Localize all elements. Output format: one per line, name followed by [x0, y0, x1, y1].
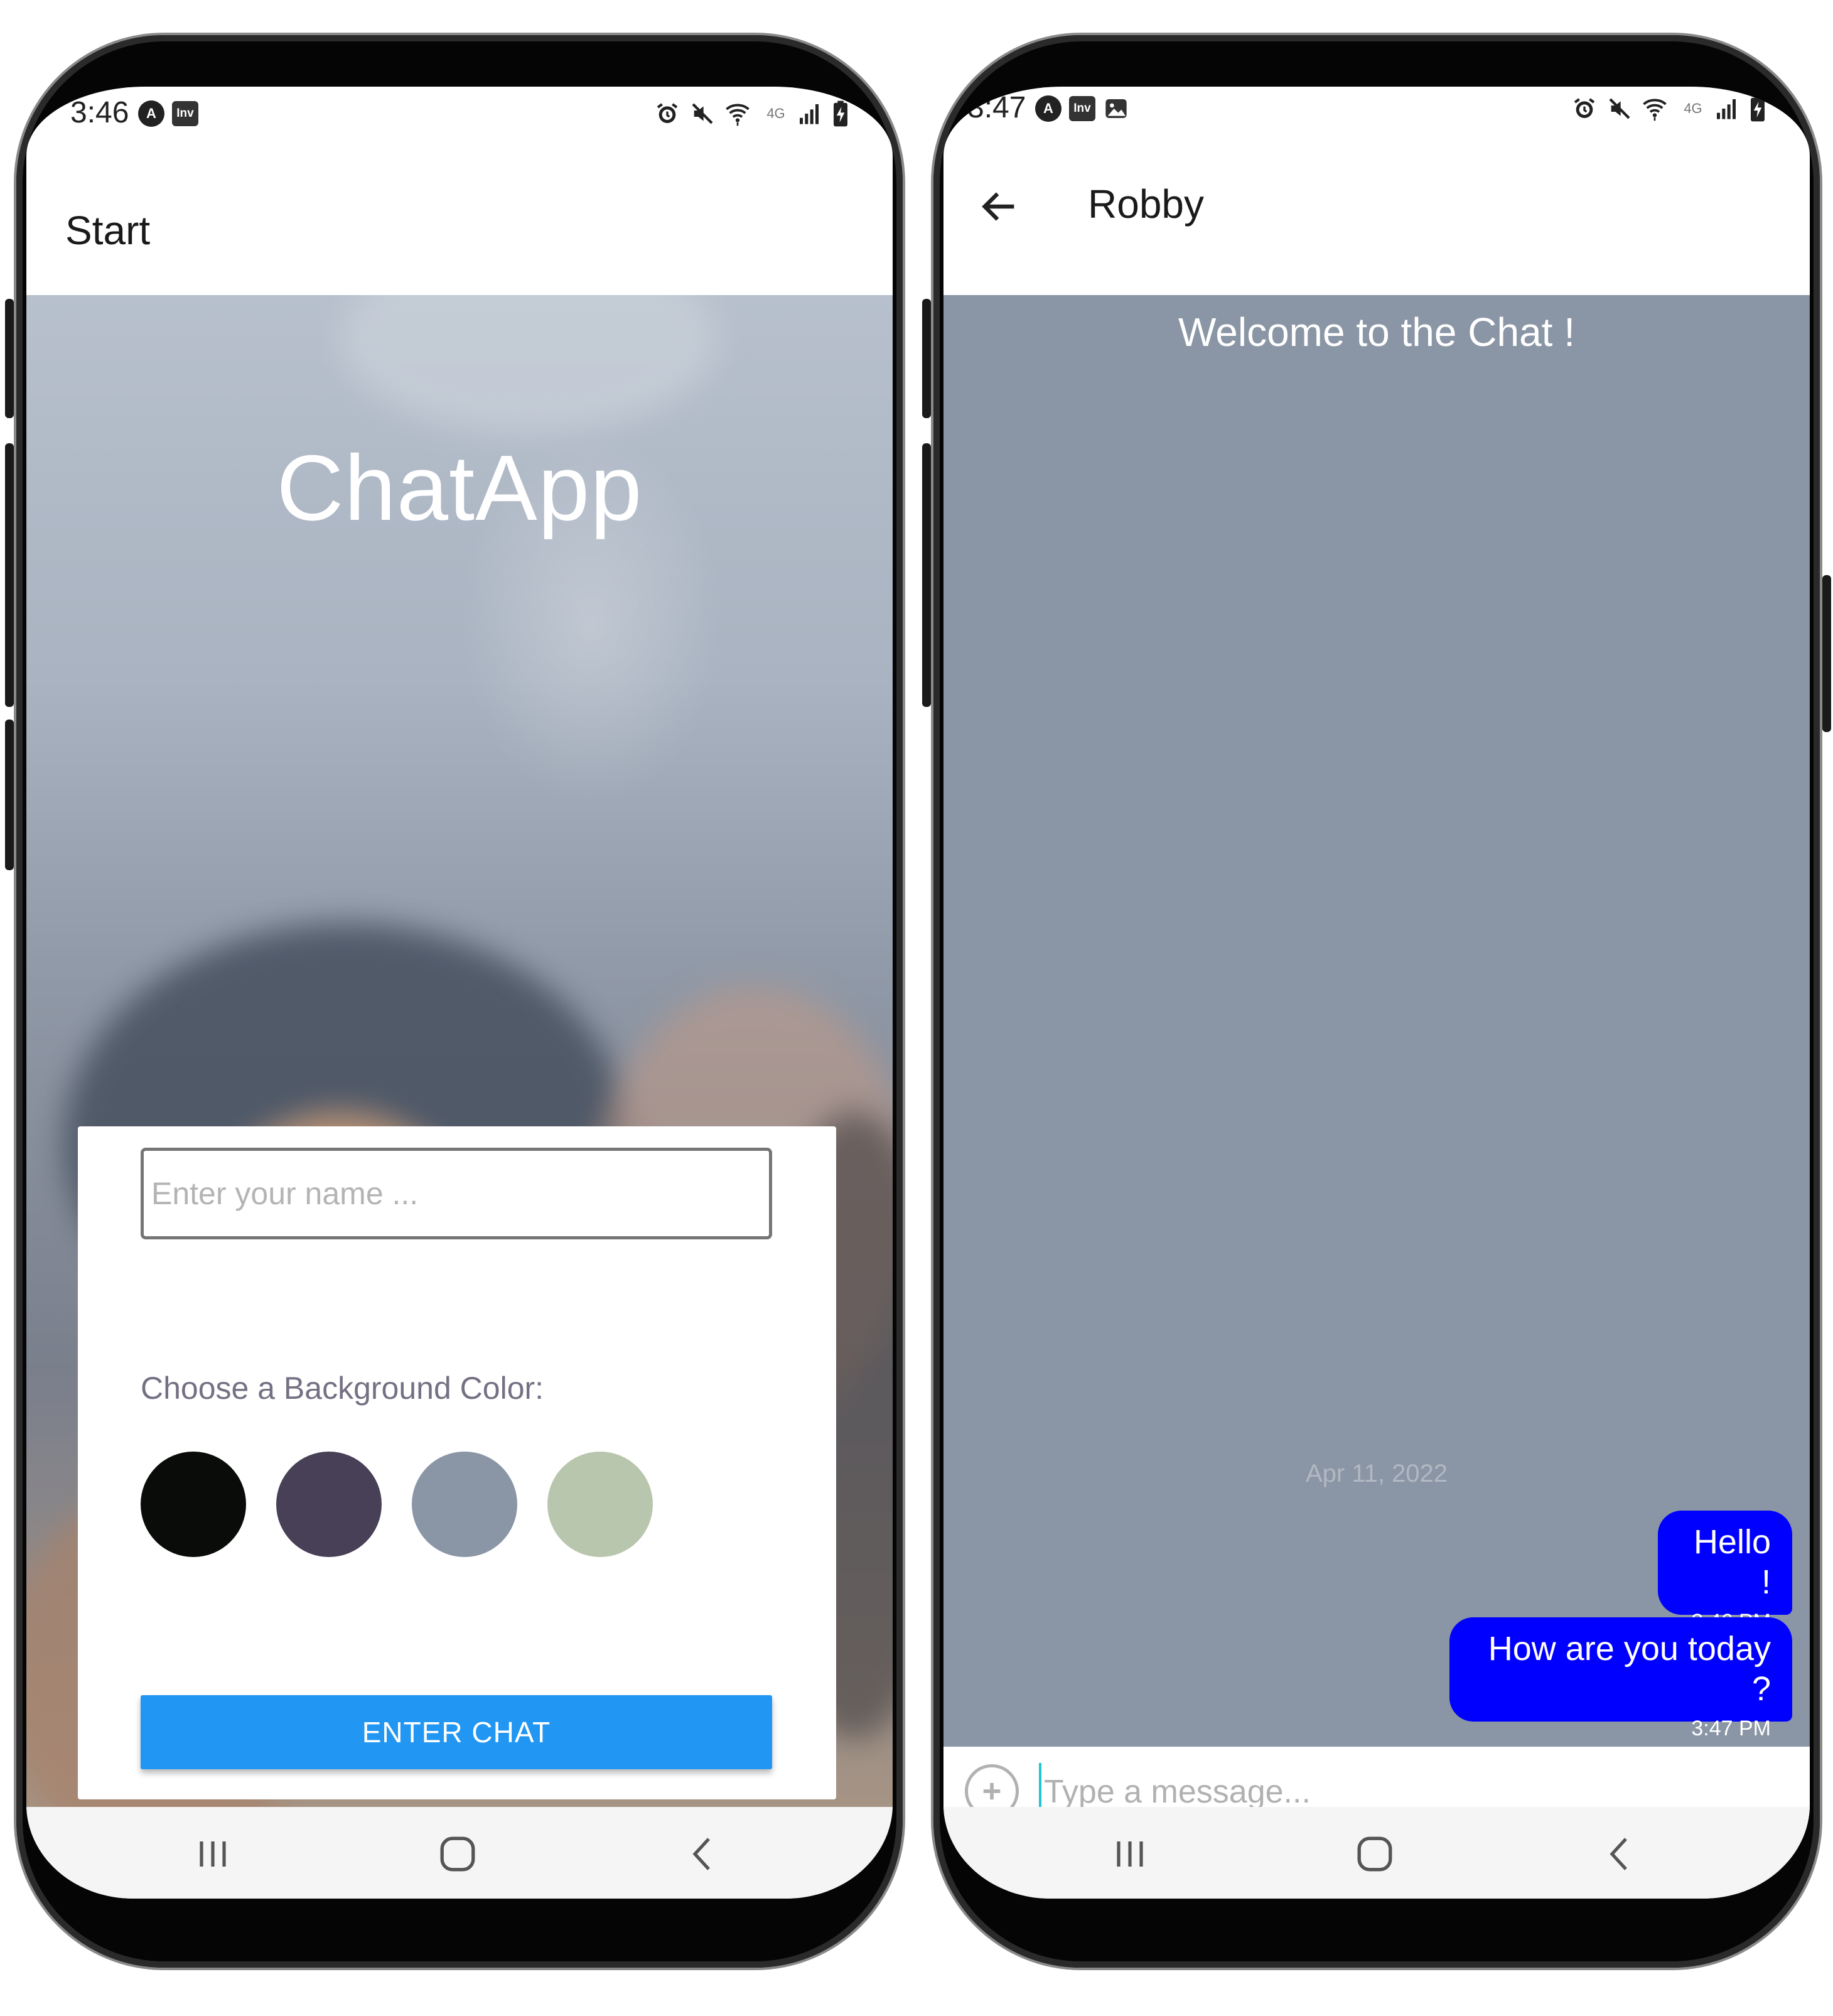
- recent-apps-icon[interactable]: [191, 1832, 235, 1876]
- alarm-icon: [654, 100, 680, 127]
- volume-down-button: [5, 443, 14, 707]
- battery-charging-icon: [827, 100, 854, 127]
- app-title: ChatApp: [276, 436, 643, 540]
- enter-chat-button[interactable]: ENTER CHAT: [141, 1695, 772, 1769]
- status-time: 3:46: [70, 96, 129, 129]
- status-bar: 3:47 A Inv 4G: [943, 87, 1810, 162]
- message-time: 3:47 PM: [1691, 1717, 1771, 1740]
- app-header: [943, 162, 1810, 295]
- message-bubble[interactable]: How are you today ? 3:47 PM: [1449, 1617, 1792, 1740]
- image-icon: [1103, 95, 1129, 122]
- message-text: Hello !: [1693, 1523, 1771, 1601]
- inv-app-icon: Inv: [172, 100, 198, 127]
- color-swatch-black[interactable]: [141, 1452, 246, 1557]
- status-bar: 3:46 A Inv 4G: [26, 87, 893, 162]
- plus-icon: [983, 1782, 1001, 1800]
- bixby-button: [5, 720, 14, 870]
- login-card: Choose a Background Color: ENTER CHAT: [78, 1126, 836, 1799]
- start-screen: 3:46 A Inv 4G Start ChatApp Enter your n…: [26, 87, 893, 1899]
- 4g-icon: 4G: [1684, 100, 1702, 116]
- color-swatch-grey-blue[interactable]: [412, 1452, 517, 1557]
- chat-screen: 3:47 A Inv 4G Robby Welcome to the Chat …: [943, 87, 1810, 1899]
- wifi-icon: [724, 100, 751, 127]
- inv-app-icon: Inv: [1069, 95, 1095, 122]
- chat-area: Welcome to the Chat ! Apr 11, 2022 Hello…: [943, 295, 1810, 1747]
- notification-a-icon: A: [138, 100, 164, 127]
- wifi-icon: [1642, 95, 1668, 122]
- inv-app-badge: Inv: [1069, 96, 1095, 121]
- inv-app-badge: Inv: [172, 101, 198, 126]
- notification-a-icon: A: [1035, 95, 1062, 122]
- system-nav-bar: [943, 1807, 1810, 1899]
- choose-color-label: Choose a Background Color:: [141, 1371, 544, 1406]
- home-icon[interactable]: [436, 1832, 480, 1876]
- app-header: [26, 162, 893, 295]
- signal-icon: [1713, 95, 1739, 122]
- message-bubble[interactable]: Hello ! 3:46 PM: [1658, 1511, 1792, 1634]
- header-title: Start: [65, 208, 151, 253]
- battery-charging-icon: [1744, 95, 1771, 122]
- 4g-icon: 4G: [766, 105, 785, 121]
- mute-icon: [1606, 95, 1633, 122]
- back-arrow-icon[interactable]: [977, 185, 1021, 229]
- phone-frame-start: 3:46 A Inv 4G Start ChatApp Enter your n…: [5, 35, 903, 1968]
- status-time: 3:47: [967, 91, 1026, 124]
- name-input[interactable]: [141, 1148, 772, 1239]
- system-nav-bar: [26, 1807, 893, 1899]
- home-icon[interactable]: [1353, 1832, 1397, 1876]
- color-swatch-purple[interactable]: [276, 1452, 382, 1557]
- color-swatch-green[interactable]: [547, 1452, 653, 1557]
- volume-down-button: [922, 443, 931, 707]
- power-button: [1822, 575, 1831, 732]
- mute-icon: [689, 100, 716, 127]
- back-icon[interactable]: [679, 1832, 723, 1876]
- message-text: How are you today ?: [1488, 1630, 1771, 1708]
- back-icon[interactable]: [1596, 1832, 1640, 1876]
- notification-a-badge: A: [138, 100, 164, 127]
- date-separator: Apr 11, 2022: [1305, 1460, 1448, 1487]
- header-title: Robby: [1088, 181, 1204, 227]
- alarm-icon: [1571, 95, 1598, 122]
- phone-frame-chat: 3:47 A Inv 4G Robby Welcome to the Chat …: [922, 35, 1831, 1968]
- signal-icon: [796, 100, 822, 127]
- volume-up-button: [922, 299, 931, 418]
- welcome-message: Welcome to the Chat !: [1178, 310, 1575, 355]
- volume-up-button: [5, 299, 14, 418]
- recent-apps-icon[interactable]: [1108, 1832, 1152, 1876]
- notification-a-badge: A: [1035, 95, 1062, 122]
